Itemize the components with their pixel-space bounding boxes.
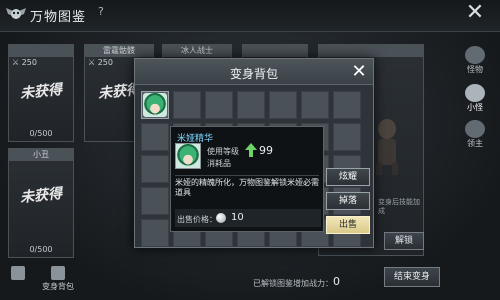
card-name: 雷霆骷髅 (85, 45, 153, 57)
tab-minion[interactable]: 小怪 (458, 82, 492, 118)
card-name: 冰人战士 (163, 45, 231, 57)
card-status: 未获得 (19, 185, 63, 207)
show-off-button[interactable]: 炫耀 (326, 168, 370, 186)
level-arrow-icon (245, 143, 257, 157)
bag-button[interactable]: 变身背包 (38, 266, 78, 292)
minion-icon (465, 84, 485, 102)
bag-slot[interactable] (333, 123, 361, 151)
card-name (9, 45, 73, 57)
card-name (319, 45, 423, 57)
close-icon[interactable]: ✕ (349, 61, 369, 82)
card-progress: 0/500 (29, 245, 53, 254)
bag-slot[interactable] (333, 91, 361, 119)
tab-label: 小怪 (467, 103, 483, 112)
bag-icon (51, 266, 65, 280)
list-icon (11, 266, 25, 280)
unlock-button[interactable]: 解锁 (384, 232, 424, 250)
tab-lord[interactable]: 领主 (458, 118, 492, 154)
effect-text: 变身后技能加成 (378, 198, 420, 215)
list-button[interactable] (8, 266, 28, 281)
sell-button[interactable]: 出售 (326, 216, 370, 234)
drop-button[interactable]: 掉落 (326, 192, 370, 210)
close-icon[interactable]: ✕ (462, 0, 488, 25)
bottom-info-label: 已解锁图鉴增加战力： (253, 279, 333, 288)
monster-card[interactable]: 小丑 未获得 0/500 (8, 148, 74, 258)
tab-monster[interactable]: 怪物 (458, 44, 492, 80)
dialog-header: 变身背包 ✕ (135, 59, 373, 85)
tab-label: 领主 (467, 139, 483, 148)
app-title: 万物图鉴 (30, 10, 87, 25)
end-transform-button[interactable]: 结束变身 (384, 267, 440, 287)
bag-slot[interactable] (141, 91, 169, 119)
top-bar: 万物图鉴 ? ✕ (0, 0, 500, 32)
bag-slot[interactable] (237, 91, 265, 119)
tab-label: 怪物 (467, 65, 483, 74)
monster-card[interactable]: ⚔ 250 未获得 0/500 (8, 44, 74, 142)
elf-icon (176, 144, 200, 168)
item-tooltip: 米娅精华 使用等级 消耗品 99 米娅的精魄所化，万物图鉴解锁米娅必需道具 出售… (170, 126, 324, 232)
price-value: 10 (231, 212, 244, 223)
dialog-title: 变身背包 (229, 67, 278, 81)
bag-slot[interactable] (141, 123, 169, 151)
price-label: 出售价格： (177, 215, 217, 224)
bag-slot[interactable] (173, 91, 201, 119)
lord-icon (465, 120, 485, 138)
bag-slot[interactable] (141, 187, 169, 215)
item-description: 米娅的精魄所化，万物图鉴解锁米娅必需道具 (175, 178, 319, 197)
bag-slot[interactable] (141, 219, 169, 247)
card-name: 小丑 (9, 149, 73, 161)
monster-icon (465, 46, 485, 64)
silver-coin-icon (216, 213, 226, 223)
item-type: 消耗品 (207, 159, 231, 168)
question-icon[interactable]: ? (98, 5, 104, 18)
tooltip-divider (175, 175, 319, 176)
bag-slot[interactable] (205, 91, 233, 119)
usage-level: 99 (259, 144, 273, 157)
bag-label: 变身背包 (42, 282, 74, 291)
bottom-info-value: 0 (333, 275, 340, 288)
card-power: ⚔ 250 (12, 58, 37, 67)
card-power: ⚔ 250 (88, 58, 113, 67)
bag-slot[interactable] (141, 155, 169, 183)
item-icon (175, 143, 201, 169)
card-status: 未获得 (19, 81, 63, 103)
skull-wings-icon (6, 8, 26, 19)
usage-level-label: 使用等级 (207, 147, 239, 156)
card-progress: 0/500 (29, 129, 53, 138)
bag-slot[interactable] (301, 91, 329, 119)
bag-slot[interactable] (269, 91, 297, 119)
elf-icon (143, 93, 167, 117)
card-name (243, 45, 307, 57)
